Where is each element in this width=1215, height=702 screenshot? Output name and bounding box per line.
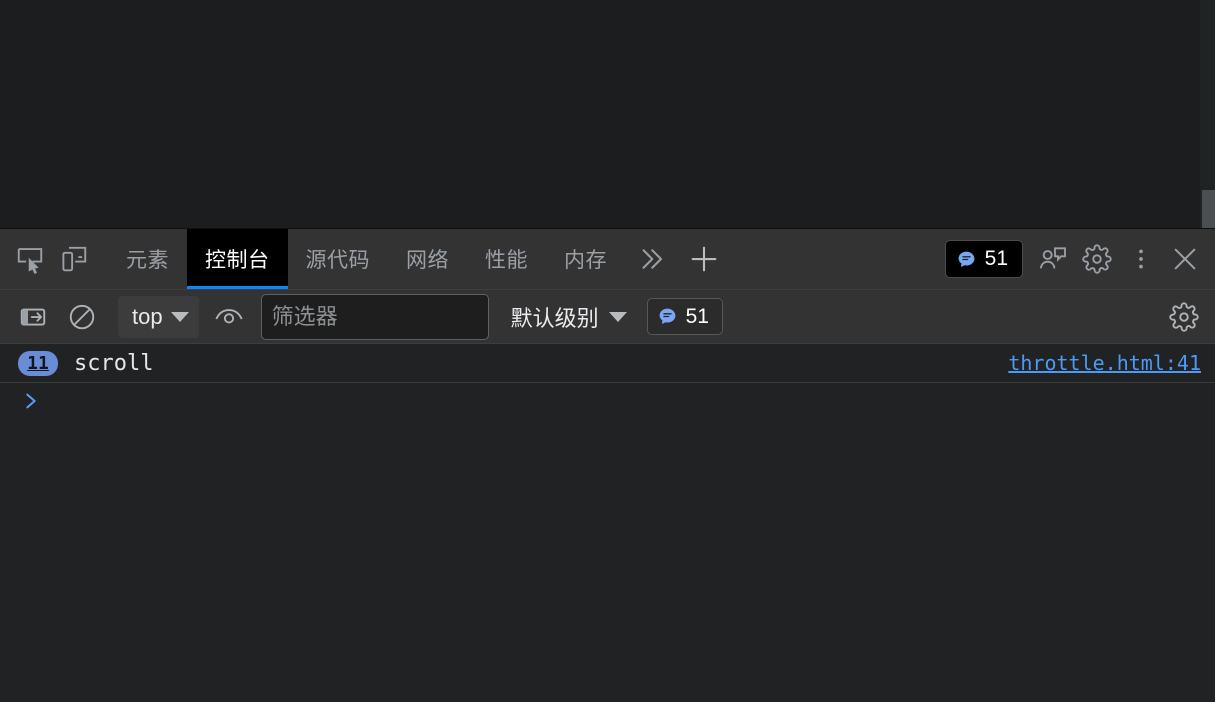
chevron-down-icon bbox=[170, 311, 189, 322]
console-prompt-row[interactable] bbox=[0, 383, 1215, 419]
console-message-text: scroll bbox=[74, 350, 154, 376]
tab-memory[interactable]: 内存 bbox=[546, 229, 625, 289]
speech-bubble-icon bbox=[659, 308, 676, 325]
filter-input bbox=[271, 303, 478, 330]
tab-sources[interactable]: 源代码 bbox=[288, 229, 389, 289]
chevron-down-icon bbox=[608, 311, 627, 322]
console-toolbar: top 默认级别 bbox=[0, 289, 1215, 343]
page-scrollbar-thumb[interactable] bbox=[1202, 190, 1215, 228]
devtools-tabs: 元素 控制台 源代码 网络 性能 内存 bbox=[108, 229, 625, 289]
tab-elements-label: 元素 bbox=[126, 249, 169, 272]
log-level-label: 默认级别 bbox=[510, 305, 599, 331]
devtools-tabbar: 元素 控制台 源代码 网络 性能 内存 51 bbox=[0, 229, 1215, 289]
toolbar-message-count-label: 51 bbox=[685, 304, 709, 328]
inspect-element-icon[interactable] bbox=[8, 237, 52, 281]
repeat-count-badge: 11 bbox=[18, 350, 58, 376]
tabbar-right-group: 51 bbox=[944, 237, 1207, 281]
execution-context-label: top bbox=[132, 303, 163, 329]
clear-console-icon[interactable] bbox=[62, 300, 102, 334]
toolbar-message-count-badge[interactable]: 51 bbox=[646, 298, 723, 335]
tab-elements[interactable]: 元素 bbox=[108, 229, 187, 289]
console-sidebar-toggle-icon[interactable] bbox=[14, 300, 52, 334]
message-count-badge[interactable]: 51 bbox=[944, 240, 1023, 278]
filter-input-wrapper[interactable] bbox=[260, 293, 489, 340]
close-icon[interactable] bbox=[1163, 237, 1207, 281]
console-output: 11 scroll throttle.html:41 bbox=[0, 343, 1215, 702]
device-toolbar-icon[interactable] bbox=[52, 237, 96, 281]
execution-context-dropdown[interactable]: top bbox=[118, 295, 199, 338]
page-viewport bbox=[0, 0, 1215, 228]
screen: 元素 控制台 源代码 网络 性能 内存 51 top 筛选器 默认级别 51 1… bbox=[0, 0, 1215, 702]
console-message-source-link[interactable]: throttle.html:41 bbox=[1008, 351, 1201, 375]
tab-performance-label: 性能 bbox=[485, 249, 528, 272]
tab-memory-label: 内存 bbox=[564, 249, 607, 272]
issues-icon[interactable] bbox=[1031, 237, 1075, 281]
tab-network[interactable]: 网络 bbox=[388, 229, 467, 289]
console-message-row[interactable]: 11 scroll throttle.html:41 bbox=[0, 343, 1215, 383]
tab-network-label: 网络 bbox=[406, 249, 449, 272]
prompt-chevron-icon bbox=[26, 393, 36, 409]
plus-icon[interactable] bbox=[677, 232, 731, 286]
page-scrollbar[interactable] bbox=[1200, 0, 1215, 228]
tab-console[interactable]: 控制台 bbox=[187, 229, 288, 289]
eye-icon[interactable] bbox=[209, 300, 249, 334]
tab-performance[interactable]: 性能 bbox=[467, 229, 546, 289]
gear-icon[interactable] bbox=[1075, 237, 1119, 281]
console-settings-gear-icon[interactable] bbox=[1165, 300, 1203, 334]
tab-sources-label: 源代码 bbox=[305, 249, 370, 272]
chevron-double-right-icon[interactable] bbox=[625, 233, 677, 285]
log-level-dropdown[interactable]: 默认级别 bbox=[501, 297, 633, 337]
message-count-label: 51 bbox=[984, 247, 1008, 270]
devtools-panel: 元素 控制台 源代码 网络 性能 内存 51 top 筛选器 默认级别 51 1… bbox=[0, 228, 1215, 702]
kebab-menu-icon[interactable] bbox=[1119, 237, 1163, 281]
speech-bubble-icon bbox=[958, 251, 975, 267]
tab-console-label: 控制台 bbox=[205, 249, 270, 272]
